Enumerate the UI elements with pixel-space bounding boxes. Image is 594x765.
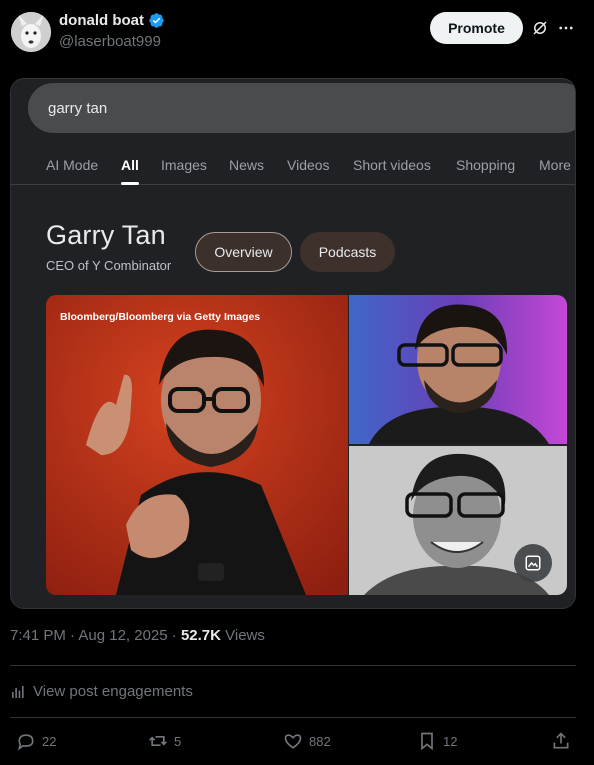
grok-icon[interactable] — [531, 19, 549, 37]
photo-top-right — [349, 295, 567, 444]
repost-icon — [149, 736, 167, 746]
post-media[interactable]: garry tan AI Mode All Images News Videos… — [10, 78, 576, 609]
active-tab-indicator — [121, 182, 139, 185]
bookmark-button[interactable]: 12 — [417, 731, 457, 751]
tab-images: Images — [161, 157, 207, 173]
tab-ai-mode: AI Mode — [46, 157, 99, 173]
reply-button[interactable]: 22 — [16, 731, 56, 751]
tab-more: More — [539, 157, 571, 173]
post-timestamp[interactable]: 7:41 PM · Aug 12, 2025 · 52.7K Views — [10, 627, 265, 644]
like-icon — [284, 734, 302, 749]
share-icon — [553, 732, 569, 749]
tab-all: All — [121, 157, 139, 173]
knowledge-panel-subtitle: CEO of Y Combinator — [46, 258, 172, 273]
bookmark-count: 12 — [443, 733, 458, 749]
reply-icon — [18, 734, 34, 751]
tab-short-videos: Short videos — [353, 157, 431, 173]
more-icon[interactable] — [557, 19, 575, 37]
google-search-bar: garry tan — [28, 83, 575, 133]
timestamp-text[interactable]: 7:41 PM · Aug 12, 2025 · — [10, 627, 181, 644]
engagements-label[interactable]: View post engagements — [33, 683, 193, 700]
divider — [10, 717, 576, 718]
views-label: Views — [220, 627, 265, 644]
share-button[interactable] — [551, 731, 571, 751]
author-handle[interactable]: @laserboat999 — [59, 33, 161, 50]
like-button[interactable]: 882 — [283, 731, 331, 751]
chip-overview: Overview — [195, 232, 292, 272]
bookmark-icon — [421, 732, 433, 751]
tab-shopping: Shopping — [456, 157, 516, 173]
views-count: 52.7K — [180, 627, 221, 644]
avatar[interactable] — [11, 12, 51, 52]
photo-credit: Bloomberg/Bloomberg via Getty Images — [60, 311, 261, 323]
view-engagements-link[interactable]: View post engagements — [10, 683, 193, 700]
promote-button[interactable]: Promote — [430, 12, 523, 44]
image-icon — [514, 544, 552, 582]
tab-news: News — [229, 157, 265, 173]
analytics-icon — [12, 685, 24, 698]
reply-count: 22 — [42, 733, 57, 749]
chip-podcasts: Podcasts — [300, 232, 395, 272]
search-query: garry tan — [48, 100, 108, 117]
author-name[interactable]: donald boat — [59, 12, 144, 29]
divider — [10, 665, 576, 666]
repost-count: 5 — [174, 733, 182, 749]
repost-button[interactable]: 5 — [148, 731, 181, 751]
like-count: 882 — [309, 733, 331, 749]
verified-badge-icon — [149, 13, 164, 28]
tab-videos: Videos — [287, 157, 330, 173]
knowledge-panel-title: Garry Tan — [46, 220, 166, 250]
google-tab-bar: AI Mode All Images News Videos Short vid… — [11, 141, 575, 185]
photo-main: Bloomberg/Bloomberg via Getty Images — [46, 295, 348, 595]
